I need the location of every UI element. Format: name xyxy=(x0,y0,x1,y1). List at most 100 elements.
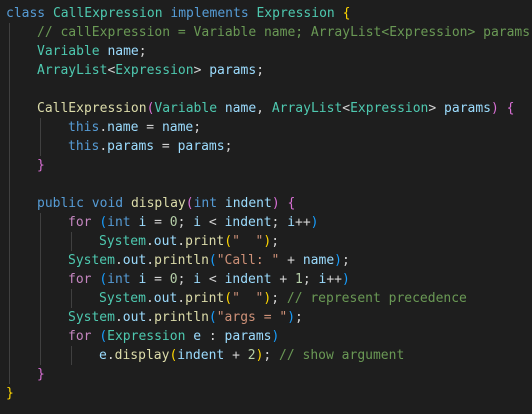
code-token: println xyxy=(154,310,209,325)
code-line-content: for (int i = 0; i < indent + 1; i++) xyxy=(68,272,350,287)
indent-guide xyxy=(9,346,10,365)
code-line: for (int i = 0; i < indent + 1; i++) xyxy=(6,270,530,289)
code-line-content: for (Expression e : params) xyxy=(68,329,279,344)
code-token: name xyxy=(107,120,139,135)
code-token: " " xyxy=(232,234,264,249)
indent-guide xyxy=(40,213,41,232)
code-token: Expression xyxy=(350,101,429,116)
code-token: ; xyxy=(271,291,287,306)
code-token: . xyxy=(146,310,155,325)
code-token: + xyxy=(224,348,248,363)
code-token: name xyxy=(302,253,335,268)
code-token: System xyxy=(99,234,146,249)
code-token: name xyxy=(161,120,194,135)
code-line: for (Expression e : params) xyxy=(6,327,530,346)
code-line: // callExpression = Variable name; Array… xyxy=(6,23,530,42)
code-token: "Call: " xyxy=(216,253,280,268)
code-token: . xyxy=(114,253,123,268)
indent-guide xyxy=(40,232,41,251)
code-token: out xyxy=(122,253,147,268)
code-line-content: Variable name; xyxy=(37,44,147,59)
code-line-content: } xyxy=(37,158,45,173)
code-token: ( xyxy=(224,291,233,306)
indent-guide xyxy=(40,346,41,365)
code-token: ( xyxy=(224,234,233,249)
code-token: "args = " xyxy=(216,310,288,325)
code-token: for xyxy=(68,215,100,230)
code-token: { xyxy=(342,6,351,21)
code-token: " " xyxy=(232,291,264,306)
code-token: . xyxy=(145,291,154,306)
indent-guide xyxy=(40,327,41,346)
code-token: ) xyxy=(334,253,342,268)
code-token: for xyxy=(68,329,100,344)
code-token: > xyxy=(193,63,210,78)
code-token: , xyxy=(256,101,272,116)
indent-guide xyxy=(9,137,10,156)
code-token: CallExpression xyxy=(52,6,171,21)
code-line-content: public void display(int indent) { xyxy=(37,196,295,211)
code-token: // callExpression = Variable name; Array… xyxy=(37,25,531,40)
code-line-content: System.out.print(" "); xyxy=(99,234,279,249)
code-token: for xyxy=(68,272,100,287)
code-token: this xyxy=(68,139,100,154)
code-token: out xyxy=(122,310,147,325)
code-token: indent xyxy=(224,215,272,230)
code-token: . xyxy=(177,291,186,306)
code-editor[interactable]: class CallExpression implements Expressi… xyxy=(0,0,532,414)
code-token: System xyxy=(68,310,115,325)
indent-guide xyxy=(9,99,10,118)
code-token: display xyxy=(130,196,186,211)
code-token: indent xyxy=(224,272,272,287)
code-area[interactable]: class CallExpression implements Expressi… xyxy=(6,4,530,403)
code-token: display xyxy=(114,348,170,363)
indent-guide xyxy=(9,175,10,194)
code-line: System.out.println("args = "); xyxy=(6,308,530,327)
code-token: ) xyxy=(491,101,499,116)
code-token: ( xyxy=(99,215,108,230)
code-token: = xyxy=(154,139,178,154)
indent-guide xyxy=(40,118,41,137)
code-token: int xyxy=(107,215,139,230)
code-token: println xyxy=(154,253,209,268)
code-token: > xyxy=(428,101,445,116)
code-token: int xyxy=(107,272,139,287)
code-token: // represent precedence xyxy=(286,291,467,306)
code-token: System xyxy=(68,253,115,268)
code-token: CallExpression xyxy=(37,101,147,116)
indent-guide xyxy=(40,270,41,289)
code-token: name xyxy=(224,101,257,116)
code-token: ) xyxy=(341,272,350,287)
indent-guide xyxy=(9,23,10,42)
code-token: . xyxy=(114,310,123,325)
code-line: System.out.println("Call: " + name); xyxy=(6,251,530,270)
code-token: this xyxy=(68,120,100,135)
code-line-content: ArrayList<Expression> params; xyxy=(37,63,264,78)
code-token: void xyxy=(91,196,131,211)
code-token: ( xyxy=(185,196,194,211)
code-line-content: class CallExpression implements Expressi… xyxy=(6,6,350,21)
code-line-content: } xyxy=(6,386,14,401)
code-token: public xyxy=(37,196,92,211)
code-token: { xyxy=(506,101,515,116)
code-token: // show argument xyxy=(279,348,405,363)
code-line-content: this.name = name; xyxy=(68,120,201,135)
indent-guide xyxy=(9,365,10,384)
code-token: implements xyxy=(170,6,257,21)
indent-guide xyxy=(9,327,10,346)
code-token: } xyxy=(37,158,45,173)
code-token: ; xyxy=(271,215,288,230)
code-token: indent xyxy=(177,348,225,363)
code-token: . xyxy=(99,139,108,154)
indent-guide xyxy=(9,194,10,213)
code-line-content: for (int i = 0; i < indent; i++) xyxy=(68,215,319,230)
code-token: i xyxy=(287,215,296,230)
indent-guide xyxy=(9,213,10,232)
code-token: out xyxy=(153,291,178,306)
code-token: . xyxy=(106,348,115,363)
code-token: < xyxy=(201,215,225,230)
code-line: System.out.print(" "); xyxy=(6,232,530,251)
code-token: = xyxy=(146,215,170,230)
code-line-content: System.out.println("Call: " + name); xyxy=(68,253,350,268)
code-line: this.params = params; xyxy=(6,137,530,156)
